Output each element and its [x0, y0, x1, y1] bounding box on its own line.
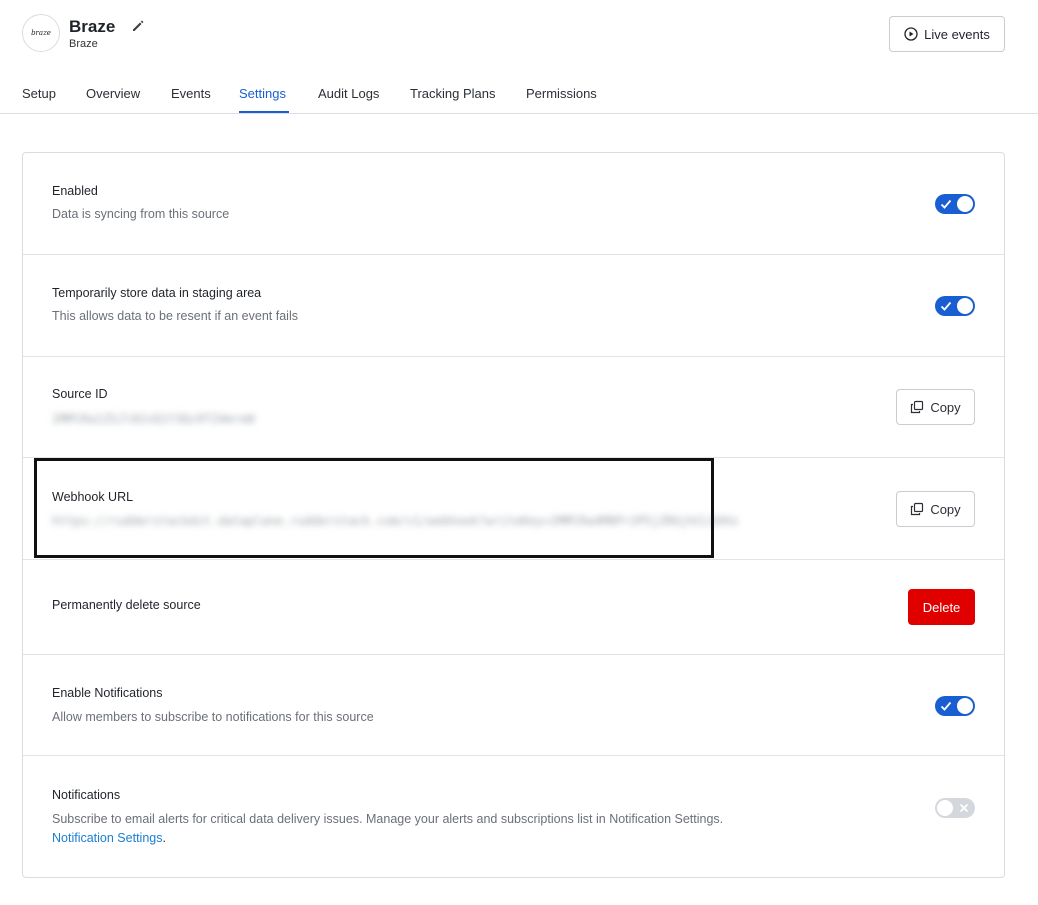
tab-events[interactable]: Events [171, 86, 211, 101]
enable-notifications-label: Enable Notifications [52, 686, 163, 700]
notification-settings-link[interactable]: Notification Settings [52, 831, 162, 845]
staging-description: This allows data to be resent if an even… [52, 309, 298, 323]
check-icon [940, 701, 952, 711]
setting-row-enable-notifications: Enable Notifications Allow members to su… [23, 655, 1004, 756]
notifications-toggle[interactable] [935, 798, 975, 818]
play-circle-icon [904, 27, 918, 41]
source-logo: braze [22, 14, 60, 52]
copy-webhook-url-button[interactable]: Copy [896, 491, 975, 527]
tab-overview[interactable]: Overview [86, 86, 140, 101]
pencil-icon[interactable] [131, 19, 145, 33]
check-icon [940, 301, 952, 311]
source-id-value: 2MMlRa1ZSJl02zQ1Y3Qz9TZ4mreW [52, 412, 255, 426]
tab-tracking-plans[interactable]: Tracking Plans [410, 86, 496, 101]
copy-label: Copy [930, 501, 961, 517]
setting-row-source-id: Source ID 2MMlRa1ZSJl02zQ1Y3Qz9TZ4mreW C… [23, 357, 1004, 458]
toggle-knob [957, 196, 973, 212]
page-subtitle: Braze [69, 38, 98, 50]
toggle-knob [957, 698, 973, 714]
live-events-label: Live events [924, 26, 990, 42]
setting-row-enabled: Enabled Data is syncing from this source [23, 153, 1004, 255]
notifications-description: Subscribe to email alerts for critical d… [52, 812, 724, 826]
tab-settings[interactable]: Settings [239, 86, 286, 101]
copy-icon [911, 400, 924, 414]
page-title: Braze [69, 17, 116, 36]
copy-icon [911, 502, 924, 516]
tab-permissions[interactable]: Permissions [526, 86, 597, 101]
staging-toggle[interactable] [935, 296, 975, 316]
enable-notifications-description: Allow members to subscribe to notificati… [52, 710, 374, 724]
logo-text: braze [31, 29, 51, 37]
copy-source-id-button[interactable]: Copy [896, 389, 975, 425]
setting-row-notifications: Notifications Subscribe to email alerts … [23, 756, 1004, 878]
tab-audit-logs[interactable]: Audit Logs [318, 86, 379, 101]
toggle-knob [957, 298, 973, 314]
staging-label: Temporarily store data in staging area [52, 286, 262, 300]
notifications-link-suffix: . [162, 831, 166, 845]
check-icon [940, 199, 952, 209]
enabled-label: Enabled [52, 184, 98, 198]
live-events-button[interactable]: Live events [889, 16, 1005, 52]
highlight-box [34, 458, 714, 558]
enabled-toggle[interactable] [935, 194, 975, 214]
notifications-label: Notifications [52, 788, 121, 802]
setting-row-staging: Temporarily store data in staging area T… [23, 255, 1004, 357]
enabled-description: Data is syncing from this source [52, 207, 230, 221]
delete-source-label: Permanently delete source [52, 598, 201, 612]
x-icon [959, 803, 969, 813]
tab-bar: Setup Overview Events Settings Audit Log… [0, 76, 1038, 114]
active-tab-indicator [239, 111, 289, 113]
setting-row-delete: Permanently delete source Delete [23, 560, 1004, 655]
enable-notifications-toggle[interactable] [935, 696, 975, 716]
copy-label: Copy [930, 399, 961, 415]
tab-setup[interactable]: Setup [22, 86, 56, 101]
notifications-link-line: Notification Settings. [52, 831, 166, 845]
toggle-knob [937, 800, 953, 816]
delete-source-button[interactable]: Delete [908, 589, 975, 625]
source-id-label: Source ID [52, 387, 108, 401]
